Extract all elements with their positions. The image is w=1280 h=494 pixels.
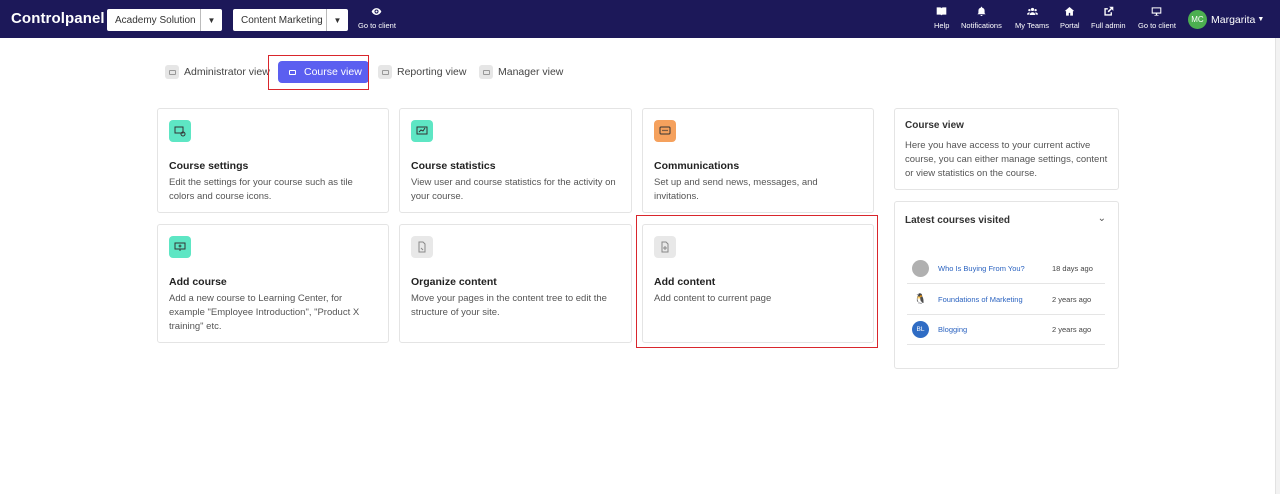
my-teams-label: My Teams [1015, 21, 1050, 30]
notifications-button[interactable]: Notifications [961, 6, 1002, 30]
gear-icon [165, 65, 179, 79]
statistics-screen-icon [411, 120, 433, 142]
info-panel-text: Here you have access to your current act… [905, 140, 1108, 179]
card-title: Communications [654, 160, 740, 172]
card-description: Edit the settings for your course such a… [169, 177, 353, 202]
tab-reporting-view-label: Reporting view [397, 66, 467, 78]
user-menu[interactable]: MC Margarita ▼ [1188, 10, 1264, 29]
eye-icon [358, 6, 396, 18]
organize-content-card[interactable]: Organize content Move your pages in the … [399, 224, 632, 343]
avatar: MC [1188, 10, 1207, 29]
tab-manager-view-label: Manager view [498, 66, 564, 78]
course-link[interactable]: Blogging [938, 325, 1052, 334]
organization-select[interactable]: Academy Solution ▼ [107, 9, 222, 31]
card-description: View user and course statistics for the … [411, 177, 616, 202]
card-description: Add a new course to Learning Center, for… [169, 293, 360, 332]
bell-icon [961, 6, 1002, 18]
full-admin-label: Full admin [1091, 21, 1126, 30]
latest-courses-panel: Latest courses visited ⌄ Who Is Buying F… [894, 201, 1119, 369]
list-item[interactable]: BL Blogging 2 years ago [907, 314, 1105, 345]
full-admin-button[interactable]: Full admin [1091, 6, 1126, 30]
go-to-client-left-button[interactable]: Go to client [358, 6, 396, 30]
course-link[interactable]: Who Is Buying From You? [938, 264, 1052, 273]
visited-time: 2 years ago [1052, 324, 1092, 334]
card-title: Organize content [411, 276, 497, 288]
add-course-card[interactable]: Add course Add a new course to Learning … [157, 224, 389, 343]
tab-administrator-view[interactable]: Administrator view [165, 61, 270, 83]
chart-icon [378, 65, 392, 79]
add-screen-icon [169, 236, 191, 258]
visited-time: 18 days ago [1052, 263, 1093, 273]
course-link[interactable]: Foundations of Marketing [938, 295, 1052, 304]
highlight-box [268, 55, 369, 90]
course-avatar: BL [912, 320, 929, 338]
my-teams-button[interactable]: My Teams [1015, 6, 1049, 30]
document-move-icon [411, 236, 433, 258]
notifications-label: Notifications [961, 21, 1002, 30]
portal-label: Portal [1060, 21, 1080, 30]
top-navigation-bar: Controlpanel Academy Solution ▼ Content … [0, 0, 1280, 38]
person-icon [479, 65, 493, 79]
caret-down-icon: ▼ [1257, 16, 1265, 23]
tab-reporting-view[interactable]: Reporting view [378, 61, 466, 83]
highlight-box [636, 215, 878, 348]
card-title: Course settings [169, 160, 249, 172]
course-view-info-panel: Course view Here you have access to your… [894, 108, 1119, 190]
chevron-down-icon[interactable]: ⌄ [1098, 213, 1106, 224]
course-statistics-card[interactable]: Course statistics View user and course s… [399, 108, 632, 213]
go-to-client-right-button[interactable]: Go to client [1138, 6, 1176, 30]
settings-screen-icon [169, 120, 191, 142]
list-item[interactable]: Who Is Buying From You? 18 days ago [907, 253, 1105, 284]
tab-manager-view[interactable]: Manager view [479, 61, 563, 83]
card-title: Add course [169, 276, 227, 288]
book-icon [934, 6, 949, 18]
portal-button[interactable]: Portal [1060, 6, 1080, 30]
help-button[interactable]: Help [934, 6, 949, 30]
card-title: Course statistics [411, 160, 496, 172]
course-avatar [912, 259, 929, 277]
communications-card[interactable]: Communications Set up and send news, mes… [642, 108, 874, 213]
organization-select-value: Academy Solution [115, 14, 196, 26]
team-icon [1015, 6, 1049, 18]
go-to-client-right-label: Go to client [1138, 21, 1176, 30]
penguin-icon: 🐧 [912, 290, 929, 308]
visited-time: 2 years ago [1052, 294, 1092, 304]
tab-administrator-view-label: Administrator view [184, 66, 270, 78]
caret-down-icon: ▼ [326, 9, 348, 31]
info-panel-title: Course view [905, 120, 964, 131]
latest-courses-title: Latest courses visited [905, 215, 1011, 226]
page-scrollbar[interactable] [1275, 38, 1280, 494]
brand-title: Controlpanel [11, 10, 105, 27]
message-icon [654, 120, 676, 142]
list-item[interactable]: 🐧 Foundations of Marketing 2 years ago [907, 284, 1105, 315]
help-label: Help [934, 21, 950, 30]
user-name: Margarita [1211, 13, 1256, 26]
course-select-value: Content Marketing [241, 14, 323, 26]
caret-down-icon: ▼ [200, 9, 222, 31]
course-select[interactable]: Content Marketing ▼ [233, 9, 348, 31]
home-icon [1060, 6, 1080, 18]
card-description: Move your pages in the content tree to e… [411, 293, 607, 318]
monitor-icon [1138, 6, 1176, 18]
course-settings-card[interactable]: Course settings Edit the settings for yo… [157, 108, 389, 213]
go-to-client-left-label: Go to client [358, 21, 396, 30]
card-description: Set up and send news, messages, and invi… [654, 177, 818, 202]
external-link-icon [1091, 6, 1126, 18]
